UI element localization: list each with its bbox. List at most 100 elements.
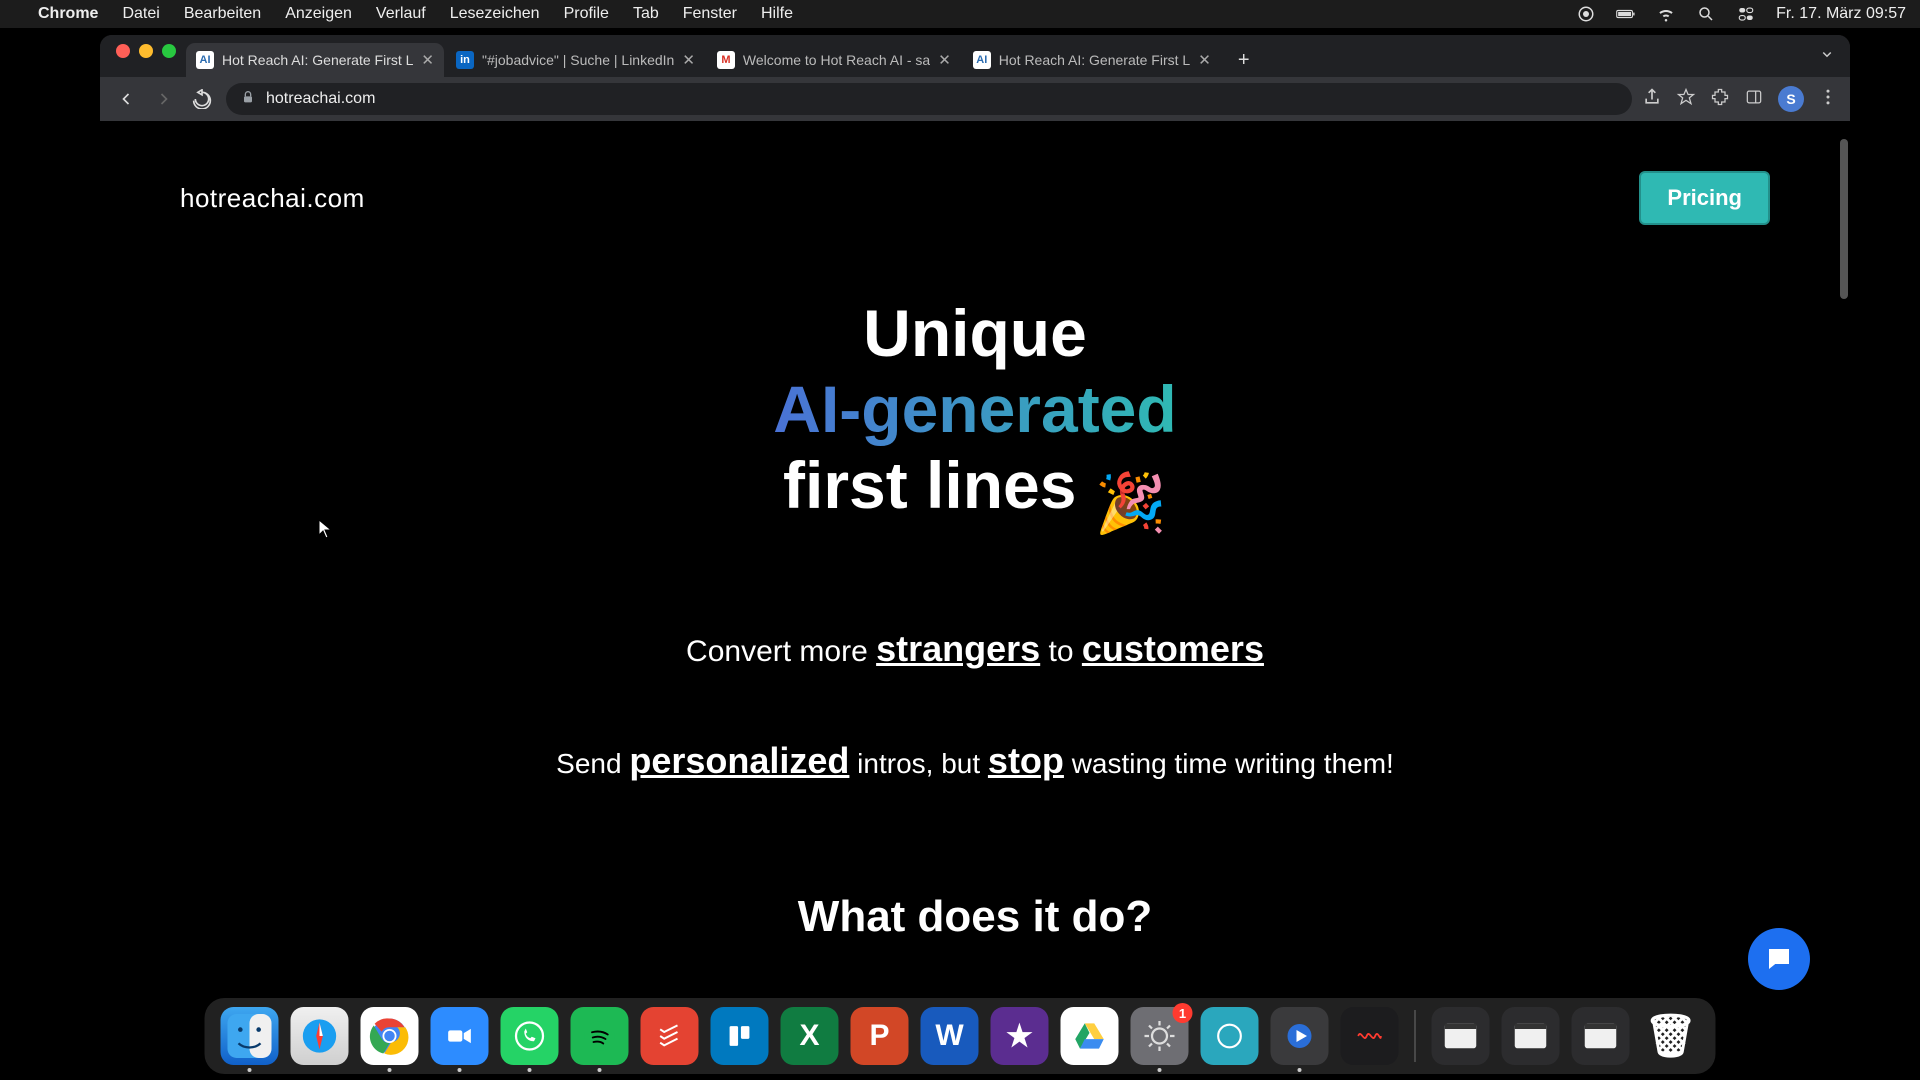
tab-list-dropdown-icon[interactable] xyxy=(1818,45,1836,68)
subheading-2: Send personalized intros, but stop wasti… xyxy=(180,740,1770,782)
dock-quicktime-icon[interactable] xyxy=(1271,1007,1329,1065)
dock-trello-icon[interactable] xyxy=(711,1007,769,1065)
macos-menubar: Chrome Datei Bearbeiten Anzeigen Verlauf… xyxy=(0,0,1920,28)
battery-icon[interactable] xyxy=(1616,4,1636,24)
menu-bearbeiten[interactable]: Bearbeiten xyxy=(184,5,261,23)
tab-favicon-ai-icon: AI xyxy=(196,51,214,69)
dock-trash-icon[interactable]: 🗑 xyxy=(1642,1007,1700,1065)
dock-spotify-icon[interactable] xyxy=(571,1007,629,1065)
dock-app-teal-icon[interactable] xyxy=(1201,1007,1259,1065)
address-bar-url: hotreachai.com xyxy=(266,90,375,108)
text: Send xyxy=(556,748,629,779)
menu-fenster[interactable]: Fenster xyxy=(683,5,737,23)
screen-record-icon[interactable] xyxy=(1576,4,1596,24)
address-bar[interactable]: hotreachai.com xyxy=(226,83,1632,115)
forward-button[interactable] xyxy=(150,85,178,113)
dock-excel-icon[interactable]: X xyxy=(781,1007,839,1065)
dock-word-icon[interactable]: W xyxy=(921,1007,979,1065)
dock-system-settings-icon[interactable]: 1 xyxy=(1131,1007,1189,1065)
chrome-window: AI Hot Reach AI: Generate First L ✕ in "… xyxy=(100,35,1850,1020)
menu-profile[interactable]: Profile xyxy=(564,5,609,23)
browser-tab-4[interactable]: AI Hot Reach AI: Generate First L ✕ xyxy=(963,43,1221,77)
tab-strip: AI Hot Reach AI: Generate First L ✕ in "… xyxy=(100,35,1850,77)
menu-tab[interactable]: Tab xyxy=(633,5,659,23)
text: to xyxy=(1040,635,1082,668)
dock-voicememo-icon[interactable] xyxy=(1341,1007,1399,1065)
new-tab-button[interactable]: + xyxy=(1229,45,1259,75)
menubar-app-name[interactable]: Chrome xyxy=(38,5,98,23)
spotlight-icon[interactable] xyxy=(1696,4,1716,24)
pricing-button[interactable]: Pricing xyxy=(1639,171,1770,225)
wifi-icon[interactable] xyxy=(1656,4,1676,24)
emphasis-strangers: strangers xyxy=(876,628,1040,669)
vertical-scrollbar[interactable] xyxy=(1840,139,1848,299)
emphasis-customers: customers xyxy=(1082,628,1264,669)
dock-finder-icon[interactable] xyxy=(221,1007,279,1065)
site-brand[interactable]: hotreachai.com xyxy=(180,183,365,214)
control-center-icon[interactable] xyxy=(1736,4,1756,24)
menubar-clock[interactable]: Fr. 17. März 09:57 xyxy=(1776,5,1906,23)
bookmark-star-icon[interactable] xyxy=(1676,87,1696,112)
text: Convert more xyxy=(686,635,876,668)
tab-close-icon[interactable]: ✕ xyxy=(682,51,695,69)
tab-close-icon[interactable]: ✕ xyxy=(938,51,951,69)
dock-imovie-icon[interactable]: ★ xyxy=(991,1007,1049,1065)
menu-anzeigen[interactable]: Anzeigen xyxy=(285,5,352,23)
menu-datei[interactable]: Datei xyxy=(122,5,159,23)
dock-powerpoint-icon[interactable]: P xyxy=(851,1007,909,1065)
dock-whatsapp-icon[interactable] xyxy=(501,1007,559,1065)
hero-heading: Unique AI-generated first lines 🎉 xyxy=(180,295,1770,538)
party-emoji-icon: 🎉 xyxy=(1095,471,1167,536)
browser-tab-1[interactable]: AI Hot Reach AI: Generate First L ✕ xyxy=(186,43,444,77)
profile-avatar[interactable]: S xyxy=(1778,86,1804,112)
browser-toolbar: hotreachai.com S xyxy=(100,77,1850,121)
dock-zoom-icon[interactable] xyxy=(431,1007,489,1065)
reload-button[interactable] xyxy=(188,85,216,113)
dock-separator xyxy=(1415,1010,1416,1062)
tab-title: Hot Reach AI: Generate First L xyxy=(222,52,413,68)
tab-title: Welcome to Hot Reach AI - sa xyxy=(743,52,930,68)
dock-minimized-window-3[interactable] xyxy=(1572,1007,1630,1065)
dock-safari-icon[interactable] xyxy=(291,1007,349,1065)
chat-icon xyxy=(1764,944,1794,974)
hero-line-2: AI-generated xyxy=(773,372,1176,446)
page-viewport[interactable]: hotreachai.com Pricing Unique AI-generat… xyxy=(100,121,1850,1020)
tab-close-icon[interactable]: ✕ xyxy=(1198,51,1211,69)
window-controls xyxy=(110,44,186,68)
hero-line-1: Unique xyxy=(863,296,1087,370)
section-heading: What does it do? xyxy=(180,892,1770,942)
text: intros, but xyxy=(849,748,988,779)
chrome-menu-icon[interactable] xyxy=(1818,87,1838,112)
back-button[interactable] xyxy=(112,85,140,113)
dock-chrome-icon[interactable] xyxy=(361,1007,419,1065)
browser-tab-2[interactable]: in "#jobadvice" | Suche | LinkedIn ✕ xyxy=(446,43,705,77)
extensions-icon[interactable] xyxy=(1710,87,1730,112)
macos-dock: X P W ★ 1 🗑 xyxy=(205,998,1716,1074)
share-icon[interactable] xyxy=(1642,87,1662,112)
tab-title: Hot Reach AI: Generate First L xyxy=(999,52,1190,68)
window-fullscreen-button[interactable] xyxy=(162,44,176,58)
window-close-button[interactable] xyxy=(116,44,130,58)
dock-minimized-window-2[interactable] xyxy=(1502,1007,1560,1065)
menu-hilfe[interactable]: Hilfe xyxy=(761,5,793,23)
site-lock-icon[interactable] xyxy=(240,89,256,110)
chat-widget-button[interactable] xyxy=(1748,928,1810,990)
emphasis-personalized: personalized xyxy=(629,740,849,781)
tab-favicon-ai-icon: AI xyxy=(973,51,991,69)
tab-favicon-gmail-icon: M xyxy=(717,51,735,69)
window-minimize-button[interactable] xyxy=(139,44,153,58)
menu-lesezeichen[interactable]: Lesezeichen xyxy=(450,5,540,23)
sidepanel-icon[interactable] xyxy=(1744,87,1764,112)
dock-badge: 1 xyxy=(1173,1003,1193,1023)
tab-title: "#jobadvice" | Suche | LinkedIn xyxy=(482,52,674,68)
subheading-1: Convert more strangers to customers xyxy=(180,628,1770,670)
emphasis-stop: stop xyxy=(988,740,1064,781)
menu-verlauf[interactable]: Verlauf xyxy=(376,5,426,23)
text: wasting time writing them! xyxy=(1064,748,1394,779)
dock-googledrive-icon[interactable] xyxy=(1061,1007,1119,1065)
browser-tab-3[interactable]: M Welcome to Hot Reach AI - sa ✕ xyxy=(707,43,961,77)
dock-todoist-icon[interactable] xyxy=(641,1007,699,1065)
tab-close-icon[interactable]: ✕ xyxy=(421,51,434,69)
dock-minimized-window-1[interactable] xyxy=(1432,1007,1490,1065)
tab-favicon-linkedin-icon: in xyxy=(456,51,474,69)
